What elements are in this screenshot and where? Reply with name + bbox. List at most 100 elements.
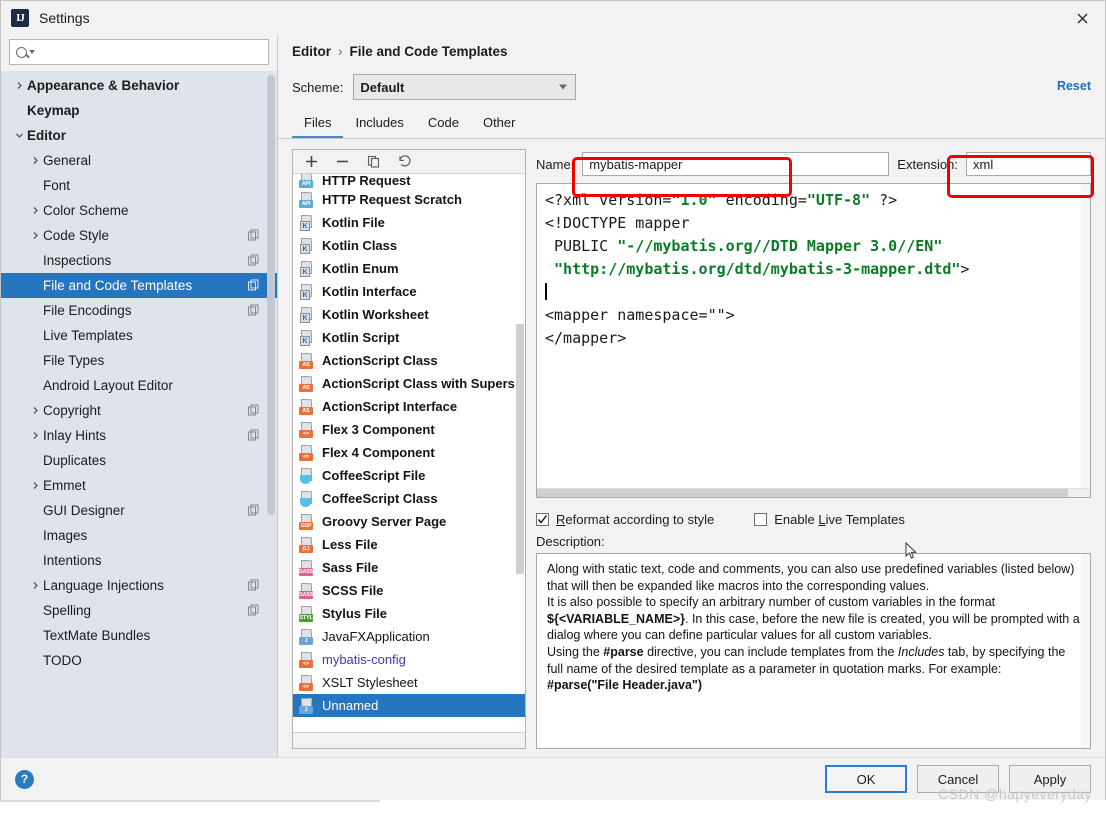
code-token: PUBLIC xyxy=(545,237,618,255)
template-list-item[interactable]: <> Flex 4 Component xyxy=(293,441,525,464)
tab-code[interactable]: Code xyxy=(416,108,471,138)
undo-icon[interactable] xyxy=(396,153,413,170)
sidebar-item-language-injections[interactable]: Language Injections xyxy=(1,573,277,598)
sidebar-item-android-layout-editor[interactable]: Android Layout Editor xyxy=(1,373,277,398)
settings-tree[interactable]: Appearance & Behavior Keymap Editor General… xyxy=(1,71,277,757)
sidebar-item-live-templates[interactable]: Live Templates xyxy=(1,323,277,348)
chevron-right-icon[interactable] xyxy=(27,581,43,590)
template-list-item[interactable]: J Unnamed xyxy=(293,694,525,717)
sidebar-item-copyright[interactable]: Copyright xyxy=(1,398,277,423)
search-box[interactable] xyxy=(9,39,269,65)
tab-files[interactable]: Files xyxy=(292,108,344,138)
template-list-item[interactable]: API HTTP Request Scratch xyxy=(293,188,525,211)
dialog-body: Appearance & Behavior Keymap Editor General… xyxy=(1,35,1105,757)
template-list-item[interactable]: K Kotlin Script xyxy=(293,326,525,349)
name-input[interactable]: mybatis-mapper xyxy=(582,152,890,176)
template-list-item[interactable]: K Kotlin File xyxy=(293,211,525,234)
template-list-item[interactable]: STYL Stylus File xyxy=(293,602,525,625)
template-list-item[interactable]: API HTTP Request xyxy=(293,174,525,188)
template-list[interactable]: API HTTP Request API HTTP Request Scratch K K… xyxy=(293,174,525,732)
search-input[interactable] xyxy=(39,43,262,61)
chevron-right-icon[interactable] xyxy=(27,206,43,215)
sidebar-item-inspections[interactable]: Inspections xyxy=(1,248,277,273)
chevron-right-icon[interactable] xyxy=(27,481,43,490)
sidebar-item-editor[interactable]: Editor xyxy=(1,123,277,148)
search-dropdown-caret-icon[interactable] xyxy=(29,50,35,54)
remove-template-button[interactable] xyxy=(334,153,351,170)
template-list-item[interactable]: <> mybatis-config xyxy=(293,648,525,671)
sass-file-icon: SASS xyxy=(299,559,315,576)
sidebar-item-duplicates[interactable]: Duplicates xyxy=(1,448,277,473)
templates-tabs: Files Includes Code Other xyxy=(278,107,1105,139)
sidebar-item-code-style[interactable]: Code Style xyxy=(1,223,277,248)
template-list-item[interactable]: J JavaFXApplication xyxy=(293,625,525,648)
description-scrollbar[interactable] xyxy=(1081,554,1090,748)
sidebar-item-file-encodings[interactable]: File Encodings xyxy=(1,298,277,323)
template-list-item[interactable]: SASS Sass File xyxy=(293,556,525,579)
chevron-right-icon[interactable] xyxy=(27,156,43,165)
template-code-editor[interactable]: <?xml version="1.0" encoding="UTF-8" ?> <… xyxy=(536,183,1091,498)
sidebar-item-label: Editor xyxy=(27,128,66,143)
sidebar-item-file-types[interactable]: File Types xyxy=(1,348,277,373)
scheme-select[interactable]: Default xyxy=(353,74,577,100)
template-list-item[interactable]: CoffeeScript Class xyxy=(293,487,525,510)
title-bar: IJ Settings xyxy=(1,1,1105,35)
template-list-item[interactable]: AS ActionScript Interface xyxy=(293,395,525,418)
sidebar-item-appearance-behavior[interactable]: Appearance & Behavior xyxy=(1,73,277,98)
sidebar-item-label: File Types xyxy=(43,353,105,368)
code-token: </mapper> xyxy=(545,329,627,347)
ok-button[interactable]: OK xyxy=(825,765,907,793)
sidebar-item-textmate-bundles[interactable]: TextMate Bundles xyxy=(1,623,277,648)
template-code-text[interactable]: <?xml version="1.0" encoding="UTF-8" ?> <… xyxy=(537,184,1090,355)
description-text: Along with static text, code and comment… xyxy=(537,554,1090,694)
sidebar-item-spelling[interactable]: Spelling xyxy=(1,598,277,623)
tab-other[interactable]: Other xyxy=(471,108,528,138)
chevron-right-icon[interactable] xyxy=(11,81,27,90)
sidebar-item-emmet[interactable]: Emmet xyxy=(1,473,277,498)
sidebar-item-file-and-code-templates[interactable]: File and Code Templates xyxy=(1,273,277,298)
template-list-item[interactable]: CoffeeScript File xyxy=(293,464,525,487)
live-templates-checkbox[interactable]: Enable Live Templates xyxy=(754,512,905,527)
sidebar-item-todo[interactable]: TODO xyxy=(1,648,277,673)
chevron-right-icon[interactable] xyxy=(27,231,43,240)
template-list-item[interactable]: <> Flex 3 Component xyxy=(293,418,525,441)
copy-template-button[interactable] xyxy=(365,153,382,170)
template-list-item[interactable]: AS ActionScript Class with Supers xyxy=(293,372,525,395)
template-list-item[interactable]: AS ActionScript Class xyxy=(293,349,525,372)
template-list-item[interactable]: K Kotlin Interface xyxy=(293,280,525,303)
reset-link[interactable]: Reset xyxy=(1057,79,1091,93)
chevron-right-icon[interactable] xyxy=(27,431,43,440)
template-list-item[interactable]: K Kotlin Worksheet xyxy=(293,303,525,326)
template-list-item[interactable]: GSP Groovy Server Page xyxy=(293,510,525,533)
template-list-item[interactable]: <> XSLT Stylesheet xyxy=(293,671,525,694)
extension-input[interactable]: xml xyxy=(966,152,1091,176)
sidebar-item-gui-designer[interactable]: GUI Designer xyxy=(1,498,277,523)
project-scope-icon xyxy=(248,403,259,418)
sidebar-item-color-scheme[interactable]: Color Scheme xyxy=(1,198,277,223)
code-editor-horizontal-scrollbar[interactable] xyxy=(537,488,1090,497)
sidebar-item-general[interactable]: General xyxy=(1,148,277,173)
template-list-item[interactable]: SASS SCSS File xyxy=(293,579,525,602)
reformat-checkbox[interactable]: Reformat according to style xyxy=(536,512,714,527)
sidebar-scrollbar-thumb[interactable] xyxy=(267,75,275,515)
template-list-item[interactable]: K Kotlin Enum xyxy=(293,257,525,280)
breadcrumb-root[interactable]: Editor xyxy=(292,44,331,59)
template-list-item[interactable]: {L} Less File xyxy=(293,533,525,556)
help-button[interactable]: ? xyxy=(15,769,34,789)
template-list-item[interactable]: K Kotlin Class xyxy=(293,234,525,257)
tab-includes[interactable]: Includes xyxy=(343,108,415,138)
window-title: Settings xyxy=(39,10,90,26)
sidebar-item-images[interactable]: Images xyxy=(1,523,277,548)
add-template-button[interactable] xyxy=(303,153,320,170)
sidebar-item-font[interactable]: Font xyxy=(1,173,277,198)
code-token: > xyxy=(960,260,970,278)
chevron-down-icon[interactable] xyxy=(11,131,27,140)
code-editor-vertical-scrollbar[interactable] xyxy=(1081,184,1090,497)
template-list-scrollbar-thumb[interactable] xyxy=(516,324,524,574)
close-icon[interactable] xyxy=(1059,1,1105,35)
sidebar-item-keymap[interactable]: Keymap xyxy=(1,98,277,123)
chevron-right-icon[interactable] xyxy=(27,406,43,415)
sidebar-item-inlay-hints[interactable]: Inlay Hints xyxy=(1,423,277,448)
sidebar-item-intentions[interactable]: Intentions xyxy=(1,548,277,573)
